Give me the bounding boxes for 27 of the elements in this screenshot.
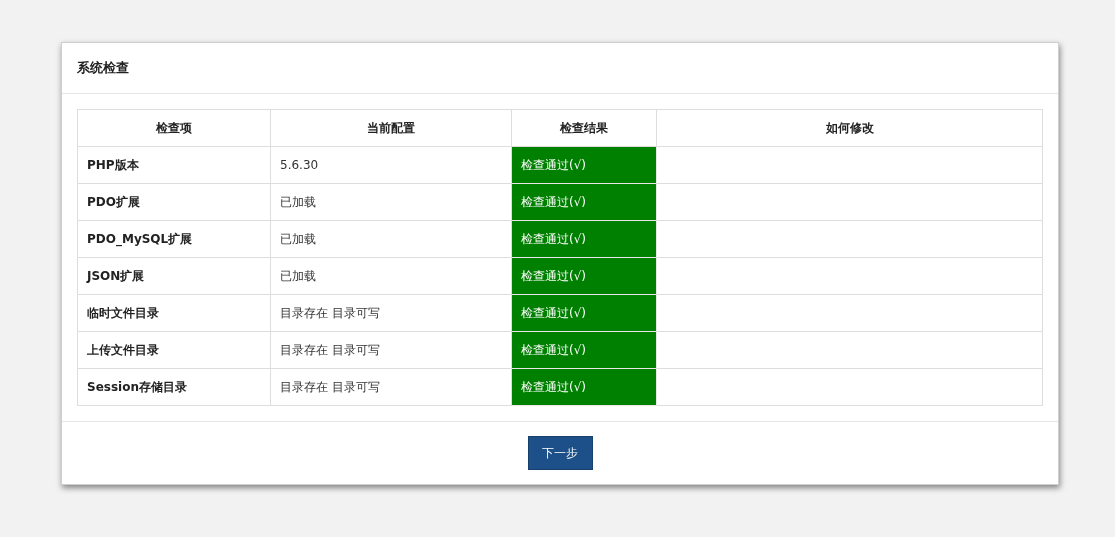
table-cell: 目录存在 目录可写 xyxy=(270,331,512,369)
column-header: 检查项 xyxy=(77,109,271,147)
column-header: 检查结果 xyxy=(511,109,657,147)
table-cell: 临时文件目录 xyxy=(77,294,271,332)
panel-title: 系统检查 xyxy=(77,59,129,77)
result-cell: 检查通过(√) xyxy=(511,220,657,258)
table-cell: PHP版本 xyxy=(77,146,271,184)
result-cell: 检查通过(√) xyxy=(511,183,657,221)
table-cell: Session存储目录 xyxy=(77,368,271,406)
table-cell: JSON扩展 xyxy=(77,257,271,295)
column-header: 如何修改 xyxy=(656,109,1043,147)
table-cell: 已加载 xyxy=(270,220,512,258)
table-cell: 5.6.30 xyxy=(270,146,512,184)
table-cell: 已加载 xyxy=(270,257,512,295)
column-header: 当前配置 xyxy=(270,109,512,147)
table-cell: PDO扩展 xyxy=(77,183,271,221)
table-cell: 上传文件目录 xyxy=(77,331,271,369)
result-cell: 检查通过(√) xyxy=(511,368,657,406)
result-cell: 检查通过(√) xyxy=(511,146,657,184)
result-cell: 检查通过(√) xyxy=(511,331,657,369)
result-cell: 检查通过(√) xyxy=(511,257,657,295)
next-button[interactable]: 下一步 xyxy=(527,436,593,470)
table-cell: 目录存在 目录可写 xyxy=(270,368,512,406)
table-cell: PDO_MySQL扩展 xyxy=(77,220,271,258)
table-cell: 已加载 xyxy=(270,183,512,221)
table-cell: 目录存在 目录可写 xyxy=(270,294,512,332)
result-cell: 检查通过(√) xyxy=(511,294,657,332)
